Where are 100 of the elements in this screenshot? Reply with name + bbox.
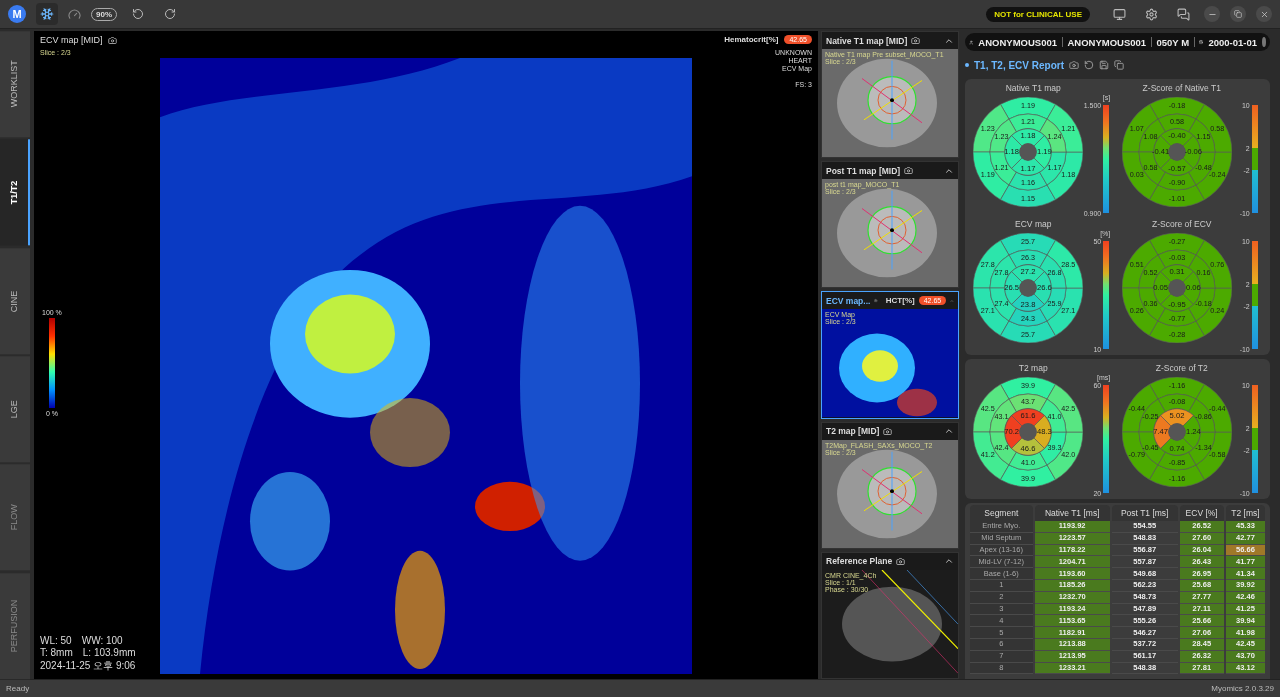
plot-title: T2 map (1018, 363, 1048, 373)
camera-icon[interactable] (911, 36, 921, 45)
segment-value: -1.16 (1168, 473, 1185, 483)
hematocrit-label: Hematocrit[%] (724, 35, 779, 44)
segment-value: 1.24 (1047, 131, 1062, 141)
close-icon (1259, 9, 1269, 19)
status-dot (1262, 37, 1266, 47)
thumbnail-title: ECV map... (826, 295, 871, 306)
version-text: Myomics 2.0.3.29 (1211, 684, 1274, 693)
segment-value: 1.08 (1143, 131, 1158, 141)
thumbnail-title: Post T1 map [MID] (826, 165, 901, 176)
segment-value: 41.0 (1021, 457, 1036, 467)
segment-value: -0.44 (1128, 403, 1145, 413)
segment-value: -0.77 (1168, 313, 1185, 323)
bullseye-center (1019, 423, 1037, 441)
camera-icon[interactable] (904, 166, 914, 176)
reset-icon[interactable] (1084, 60, 1094, 70)
plot-title: Z-Score of ECV (1152, 219, 1212, 229)
camera-icon[interactable] (1069, 60, 1079, 70)
segment-value: -0.27 (1168, 236, 1185, 246)
image-info: WW: 100 (81, 635, 123, 646)
image-info: WL: 50 (40, 635, 72, 646)
nav-tab[interactable]: LGE (0, 356, 30, 463)
image-info: L: 103.9mm (82, 647, 136, 658)
segment-value: 0.58 (1143, 162, 1158, 172)
save-icon[interactable] (1099, 60, 1109, 70)
segment-value: 1.21 (1061, 123, 1076, 133)
segment-value: -0.18 (1168, 100, 1185, 110)
segment-value: 27.1 (1061, 306, 1076, 316)
segment-value: 0.51 (1129, 259, 1144, 269)
bullseye-center (1168, 143, 1186, 161)
column-header: Segment (970, 505, 1033, 521)
column-header: ECV [%] (1179, 505, 1224, 521)
segment-value: 26.3 (1021, 252, 1036, 262)
patient-field: ANONYMOUS001 (978, 36, 1058, 48)
rotate-left-icon (132, 8, 144, 20)
segment-value: 39.3 (1047, 442, 1062, 452)
segment-value: 0.26 (1129, 306, 1144, 316)
segment-value: 42.5 (1061, 403, 1076, 413)
segment-value: 0.76 (1210, 259, 1225, 269)
segment-value: -0.25 (1142, 411, 1159, 421)
thumbnail-title: T2 map [MID] (826, 426, 880, 437)
thumbnail-title: Native T1 map [MID] (826, 35, 908, 46)
minimize-button[interactable] (1204, 6, 1220, 22)
segment-value: 25.7 (1021, 329, 1036, 339)
rotate-right-icon (164, 8, 176, 20)
viewer-title: ECV map [MID] (40, 35, 103, 45)
segment-value: -0.86 (1195, 411, 1212, 421)
crosshair-tool-button[interactable] (36, 3, 58, 25)
patient-field: ANONYMOUS001 (1067, 36, 1147, 48)
gauge-icon (68, 7, 81, 21)
segment-value: -0.90 (1168, 177, 1185, 187)
restore-button[interactable] (1230, 6, 1246, 22)
segment-value: -0.58 (1208, 450, 1226, 460)
segment-value: -1.16 (1168, 380, 1185, 390)
app-logo: M (8, 5, 26, 23)
segment-value: -0.24 (1208, 170, 1226, 180)
segment-value: 1.15 (1196, 131, 1211, 141)
column-header: Native T1 [ms] (1034, 505, 1110, 521)
segment-value: 42.0 (1061, 450, 1076, 460)
segment-value: 43.1 (994, 411, 1009, 421)
segment-value: 27.8 (994, 267, 1009, 277)
camera-icon[interactable] (896, 556, 906, 566)
segment-value: -0.79 (1128, 450, 1145, 460)
segment-value: 27.8 (980, 259, 995, 269)
segment-value: 42.5 (980, 403, 995, 413)
segment-value: 41.2 (980, 450, 995, 460)
camera-icon[interactable] (883, 426, 893, 436)
segment-value: 0.58 (1169, 116, 1184, 126)
column-header: T2 [ms] (1225, 505, 1265, 521)
column-header: Post T1 [ms] (1111, 505, 1178, 521)
segment-value: -1.01 (1168, 193, 1185, 203)
bullseye-center (1168, 423, 1186, 441)
segment-value: 1.16 (1021, 177, 1036, 187)
segment-value: 27.1 (980, 306, 995, 316)
nav-tab[interactable]: T1/T2 (0, 139, 30, 246)
patient-field: 2000-01-01 (1208, 36, 1258, 48)
segment-value: 1.23 (980, 123, 995, 133)
camera-icon[interactable] (107, 35, 117, 45)
thumbnail-title: Reference Plane (826, 556, 893, 567)
nav-tab[interactable]: CINE (0, 247, 30, 354)
copy-icon[interactable] (1114, 60, 1124, 70)
hematocrit-label: HCT[%] (885, 296, 915, 306)
bullet-icon (965, 63, 969, 67)
segment-value: 43.7 (1021, 396, 1036, 406)
status-text: Ready (6, 684, 30, 693)
segment-value: 1.18 (1061, 170, 1076, 180)
segment-value: 1.21 (994, 162, 1009, 172)
segment-value: 1.23 (994, 131, 1009, 141)
close-button[interactable] (1256, 6, 1272, 22)
bullseye-center (1019, 143, 1037, 161)
segment-value: -1.34 (1195, 442, 1212, 452)
segment-value: 0.16 (1196, 267, 1211, 277)
plot-title: Z-Score of T2 (1155, 363, 1208, 373)
segment-value: -0.28 (1168, 329, 1185, 339)
segment-value: 1.21 (1021, 116, 1036, 126)
segment-value: 1.17 (1047, 162, 1062, 172)
segment-value: 0.52 (1143, 267, 1158, 277)
segment-value: 0.03 (1129, 170, 1144, 180)
nav-tab[interactable]: WORKLIST (0, 31, 30, 138)
